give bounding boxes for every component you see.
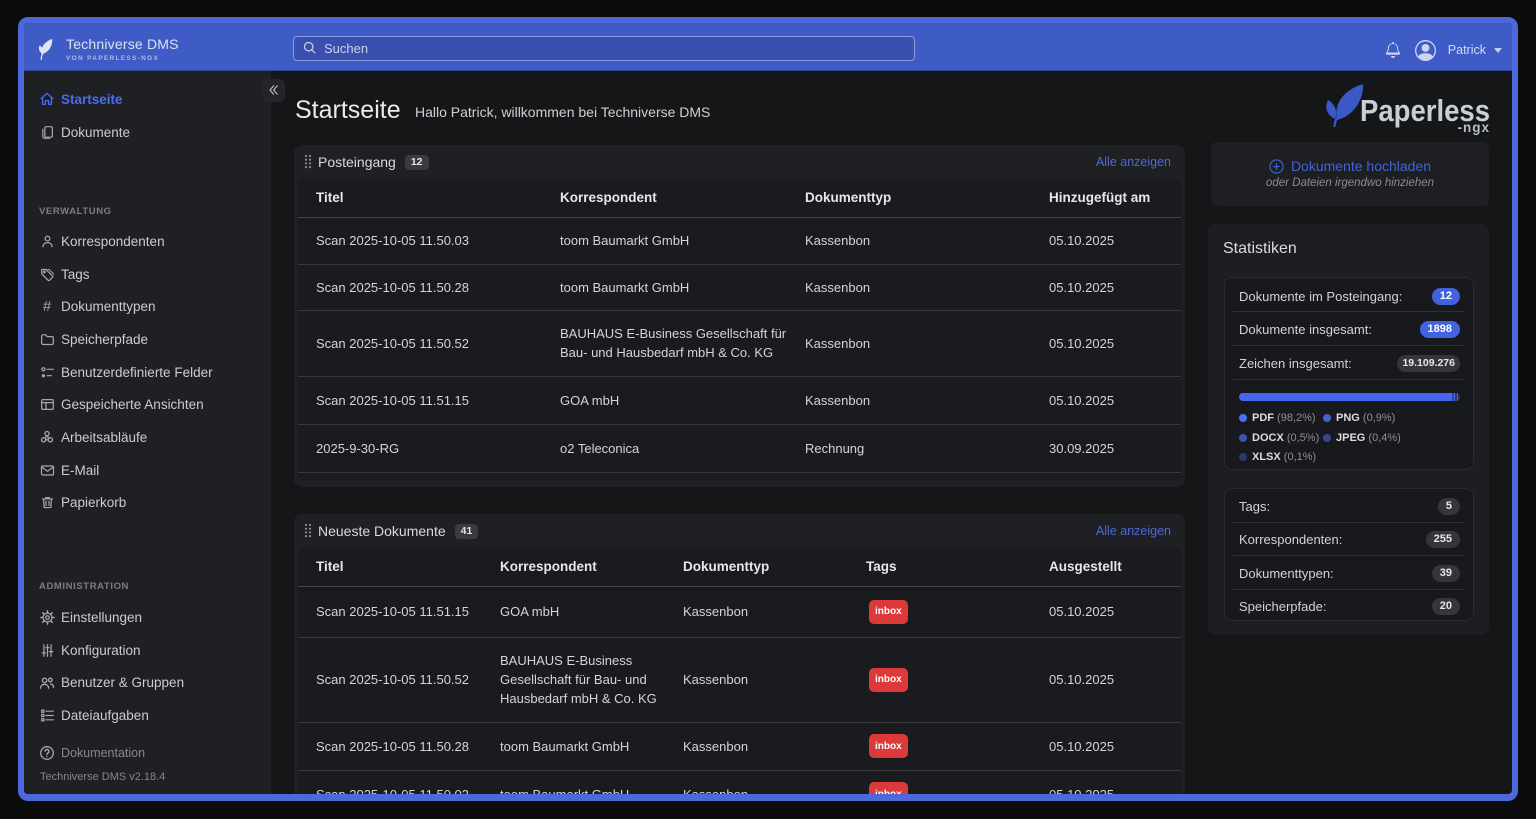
- svg-text:-ngx: -ngx: [1458, 120, 1491, 135]
